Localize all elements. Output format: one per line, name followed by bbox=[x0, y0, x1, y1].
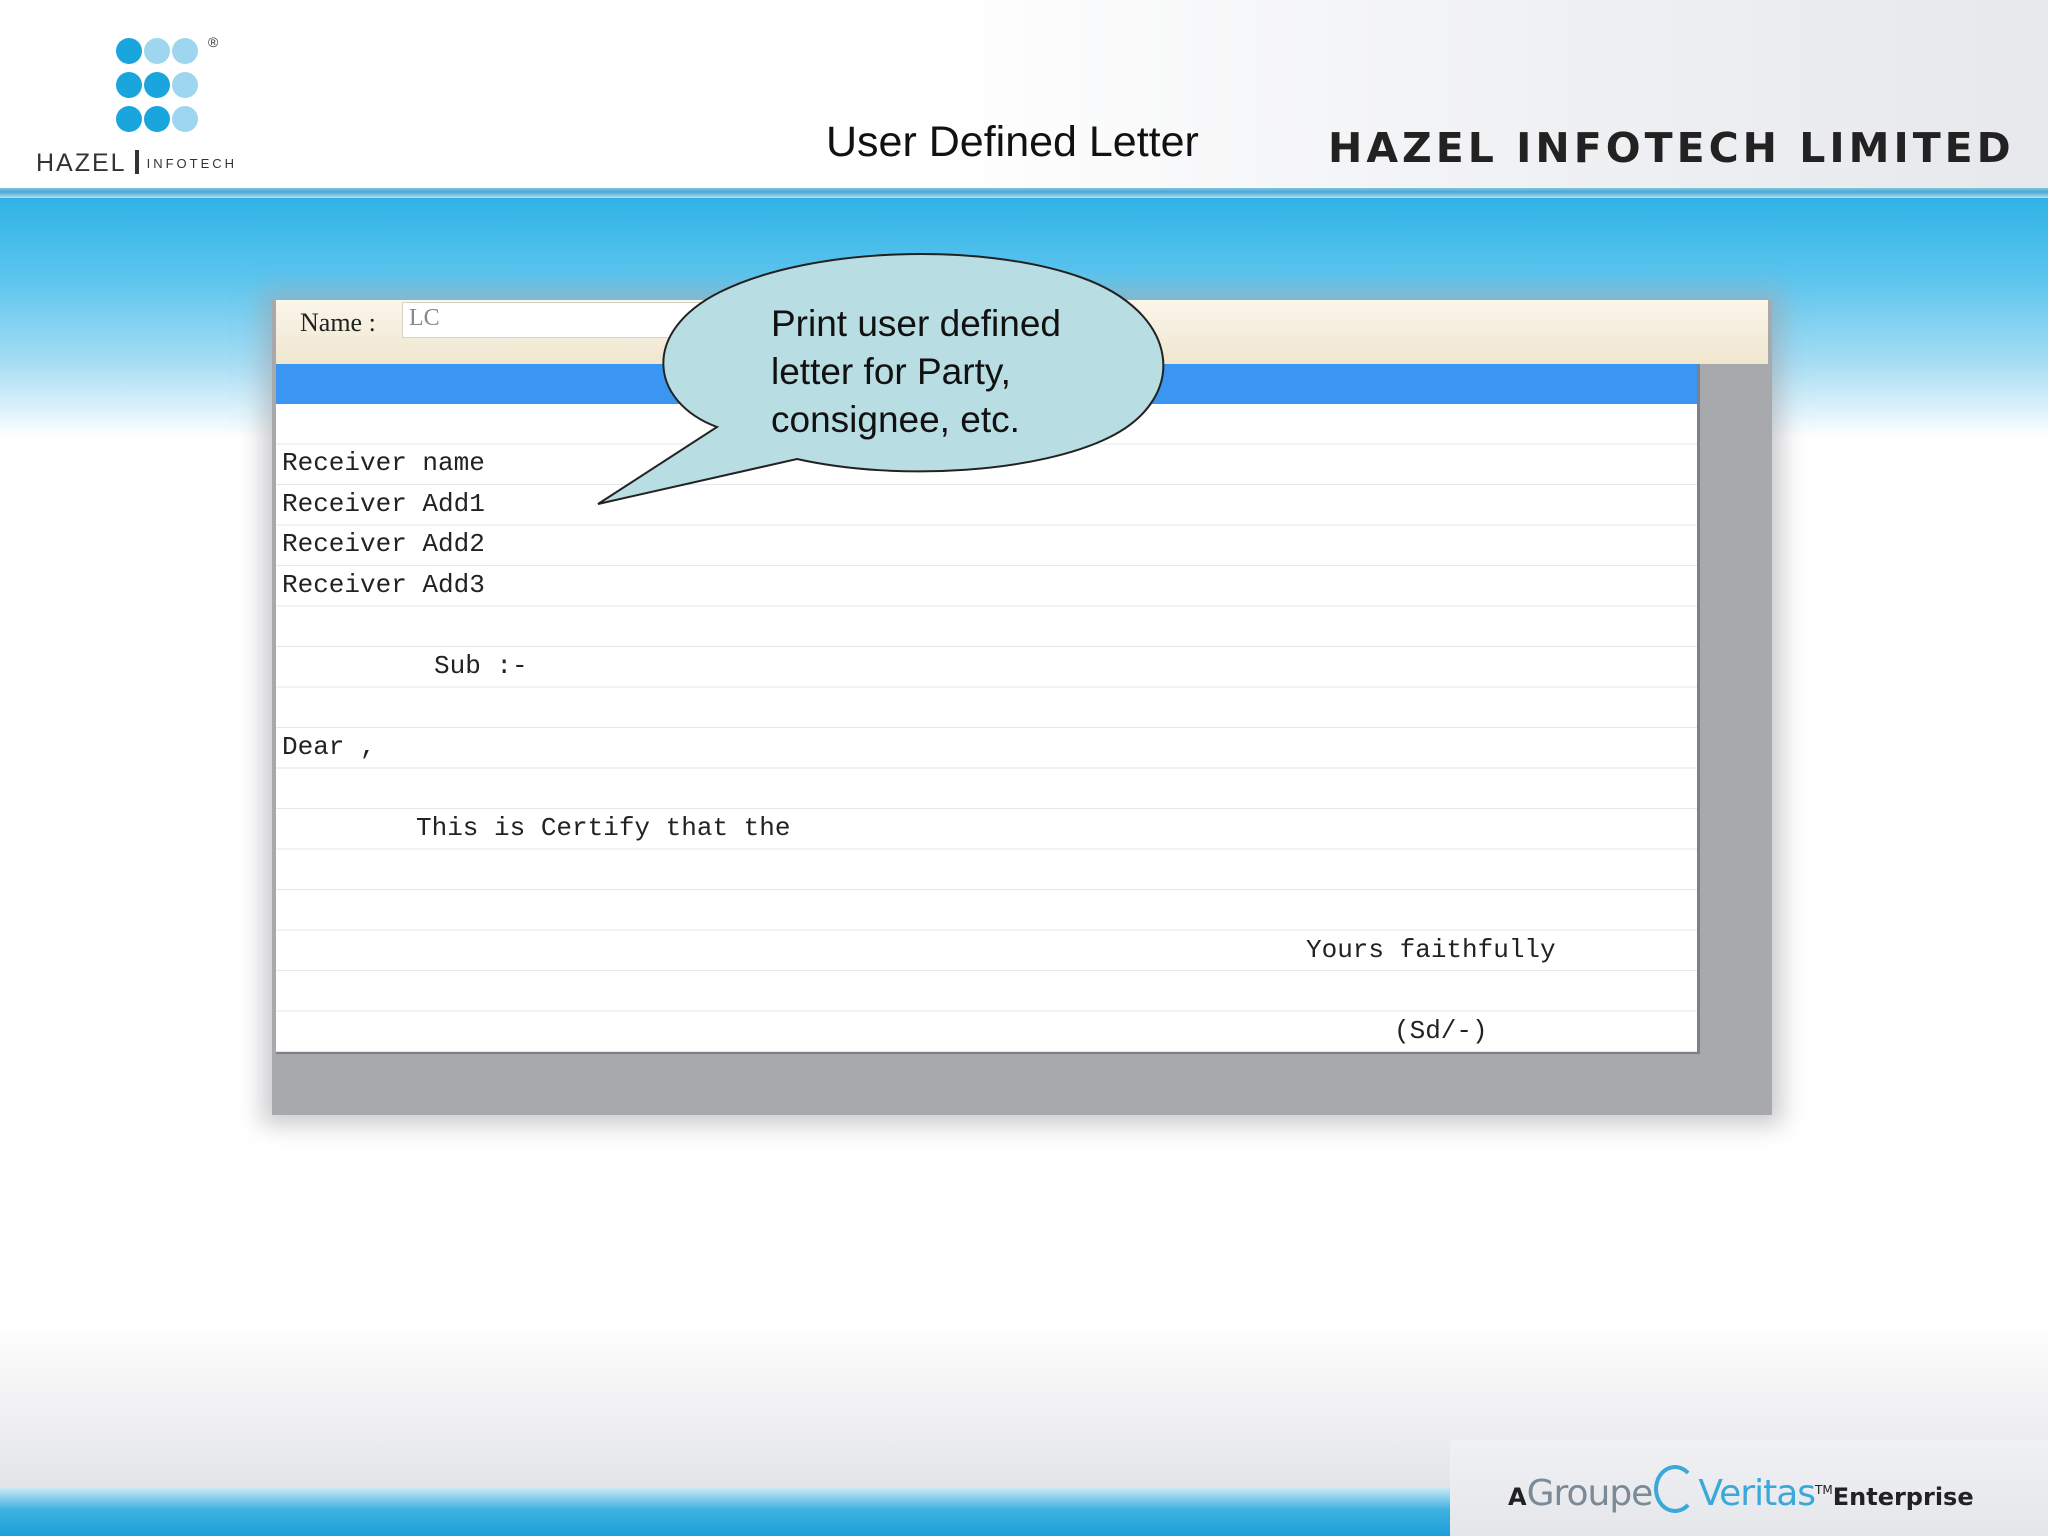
header-divider bbox=[0, 188, 2048, 198]
logo-dot bbox=[144, 106, 170, 132]
logo-separator bbox=[134, 150, 139, 174]
body-row: This is Certify that the bbox=[416, 813, 791, 843]
veritas-swirl-icon bbox=[1654, 1465, 1697, 1513]
footer-prefix: A bbox=[1508, 1483, 1527, 1511]
callout-line-2: letter for Party, bbox=[771, 351, 1011, 392]
page-title: User Defined Letter bbox=[826, 118, 1199, 166]
callout-text: Print user defined letter for Party, con… bbox=[771, 300, 1151, 444]
footer-groupe: Groupe bbox=[1526, 1473, 1654, 1514]
logo-wordmark: HAZEL INFOTECH bbox=[36, 149, 237, 178]
logo-dot bbox=[172, 38, 198, 64]
logo-dot bbox=[116, 72, 142, 98]
receiver-add1-row: Receiver Add1 bbox=[282, 489, 485, 519]
footer-veritas: Veritas bbox=[1698, 1473, 1816, 1514]
receiver-name-row: Receiver name bbox=[282, 448, 485, 478]
logo-dot bbox=[172, 106, 198, 132]
company-name: HAZEL INFOTECH LIMITED bbox=[1328, 124, 2015, 172]
bottom-blue-bar bbox=[0, 1488, 1450, 1536]
footer-tm: TM bbox=[1815, 1483, 1833, 1497]
salutation-row: Dear , bbox=[282, 732, 376, 762]
signature-row: (Sd/-) bbox=[1394, 1016, 1488, 1046]
logo-dot bbox=[172, 72, 198, 98]
receiver-add3-row: Receiver Add3 bbox=[282, 570, 485, 600]
subject-row: Sub :- bbox=[434, 651, 528, 681]
logo-dot bbox=[144, 38, 170, 64]
callout-line-3: consignee, etc. bbox=[771, 399, 1020, 440]
logo-dot bbox=[144, 72, 170, 98]
logo-dot bbox=[116, 38, 142, 64]
logo-name: HAZEL bbox=[36, 149, 127, 177]
footer-enterprise: Enterprise bbox=[1832, 1483, 1974, 1511]
registered-mark: ® bbox=[208, 34, 219, 50]
closing-row: Yours faithfully bbox=[1306, 935, 1556, 965]
footer-brand: AGroupe VeritasTMEnterprise bbox=[1508, 1465, 1974, 1514]
logo-dot bbox=[116, 106, 142, 132]
logo-sub: INFOTECH bbox=[146, 156, 238, 171]
callout-line-1: Print user defined bbox=[771, 303, 1062, 344]
name-label: Name : bbox=[300, 308, 376, 337]
hazel-logo: ® HAZEL INFOTECH bbox=[36, 34, 296, 178]
receiver-add2-row: Receiver Add2 bbox=[282, 529, 485, 559]
